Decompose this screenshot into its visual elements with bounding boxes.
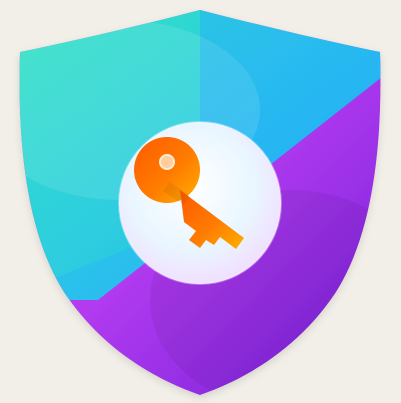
app-icon-canvas [0, 0, 401, 403]
circle-badge [118, 121, 282, 285]
shield-key-icon [19, 10, 381, 395]
